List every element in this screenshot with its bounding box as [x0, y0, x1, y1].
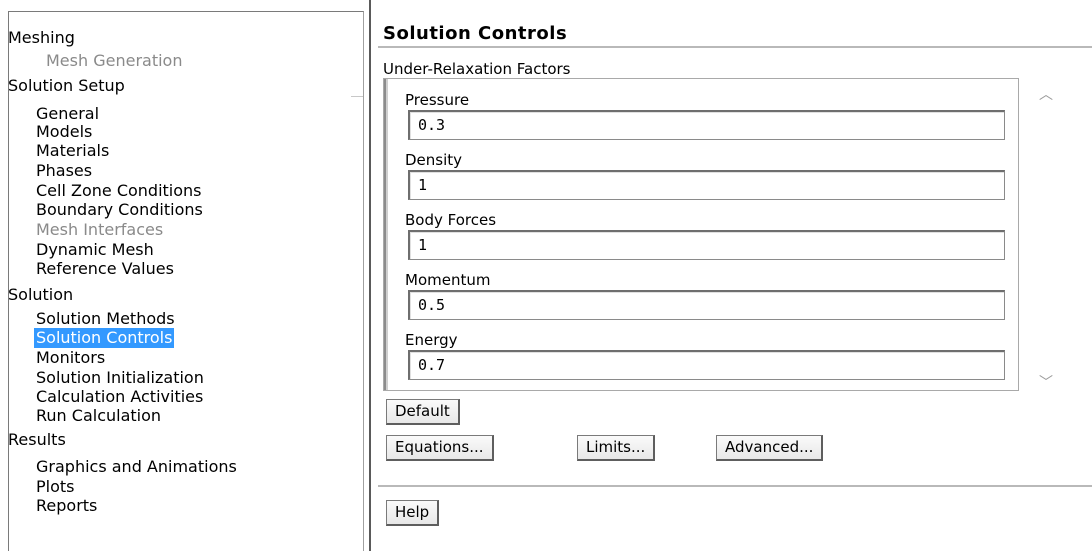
- tree-item-boundary-conditions[interactable]: Boundary Conditions: [34, 200, 205, 220]
- tree-item-mesh-interfaces[interactable]: Mesh Interfaces: [34, 220, 165, 240]
- group-label-under-relaxation: Under-Relaxation Factors: [383, 60, 571, 78]
- tree-item-solution-initialization[interactable]: Solution Initialization: [34, 368, 206, 388]
- body-forces-input[interactable]: 1: [408, 230, 1005, 260]
- equations-button[interactable]: Equations...: [386, 435, 494, 461]
- tree-item-plots[interactable]: Plots: [34, 477, 77, 497]
- tree-category-solution[interactable]: Solution: [6, 285, 75, 305]
- tree-item-models[interactable]: Models: [34, 122, 94, 142]
- advanced-button[interactable]: Advanced...: [716, 435, 824, 461]
- tree-item-phases[interactable]: Phases: [34, 161, 94, 181]
- help-button[interactable]: Help: [386, 500, 440, 526]
- tree-item-general[interactable]: General: [34, 104, 101, 124]
- tree-item-materials[interactable]: Materials: [34, 141, 111, 161]
- density-label: Density: [405, 151, 463, 169]
- tree-item-graphics-and-animations[interactable]: Graphics and Animations: [34, 457, 239, 477]
- momentum-input[interactable]: 0.5: [408, 290, 1005, 320]
- scroll-up-arrow-icon[interactable]: ︿: [1034, 84, 1058, 103]
- tree-item-calculation-activities[interactable]: Calculation Activities: [34, 387, 205, 407]
- tree-item-cell-zone-conditions[interactable]: Cell Zone Conditions: [34, 181, 204, 201]
- group-inner-edge: [384, 79, 388, 390]
- tree-item-dynamic-mesh[interactable]: Dynamic Mesh: [34, 240, 156, 260]
- tree-item-reference-values[interactable]: Reference Values: [34, 259, 176, 279]
- energy-label: Energy: [405, 331, 458, 349]
- limits-button[interactable]: Limits...: [577, 435, 656, 461]
- title-separator: [378, 46, 1092, 48]
- tree-category-meshing[interactable]: Meshing: [6, 28, 77, 48]
- body-forces-label: Body Forces: [405, 211, 497, 229]
- pane-divider[interactable]: [369, 0, 371, 551]
- energy-input[interactable]: 0.7: [408, 350, 1005, 380]
- panel-title: Solution Controls: [383, 23, 568, 44]
- tree-item-run-calculation[interactable]: Run Calculation: [34, 406, 163, 426]
- tree-category-solution-setup[interactable]: Solution Setup: [6, 76, 127, 96]
- tree-item-reports[interactable]: Reports: [34, 496, 99, 516]
- tree-category-results[interactable]: Results: [6, 430, 68, 450]
- momentum-label: Momentum: [405, 271, 491, 289]
- tree-item-mesh-generation[interactable]: Mesh Generation: [44, 51, 184, 71]
- tree-item-monitors[interactable]: Monitors: [34, 348, 107, 368]
- pressure-label: Pressure: [405, 91, 470, 109]
- tree-divider: [351, 96, 363, 97]
- default-button[interactable]: Default: [386, 399, 460, 425]
- tree-item-solution-controls[interactable]: Solution Controls: [34, 328, 175, 348]
- density-input[interactable]: 1: [408, 170, 1005, 200]
- pressure-input[interactable]: 0.3: [408, 110, 1005, 140]
- bottom-separator: [378, 485, 1092, 487]
- scroll-down-arrow-icon[interactable]: ﹀: [1034, 372, 1058, 391]
- tree-item-solution-methods[interactable]: Solution Methods: [34, 309, 177, 329]
